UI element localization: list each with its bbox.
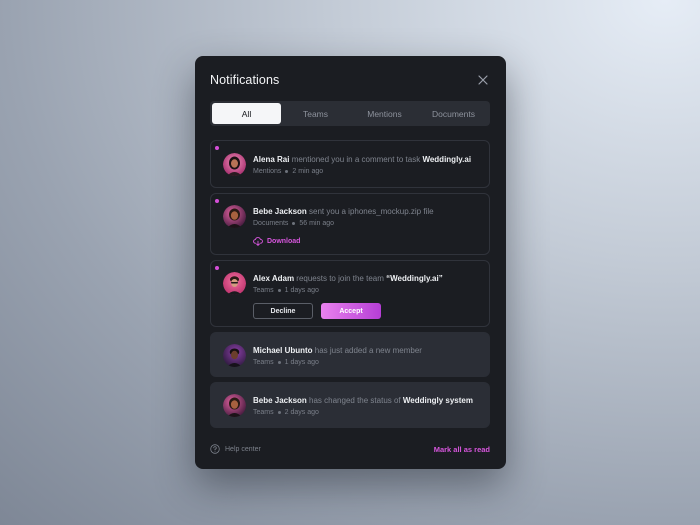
timestamp: 56 min ago <box>299 220 335 227</box>
message-target: Weddingly.ai <box>422 155 472 164</box>
unread-dot <box>215 199 219 203</box>
request-actions: Decline Accept <box>253 303 489 319</box>
tab-mentions[interactable]: Mentions <box>350 103 419 124</box>
mark-all-read-button[interactable]: Mark all as read <box>434 445 490 454</box>
notification-meta: Mentions 2 min ago <box>253 167 489 176</box>
avatar <box>223 272 246 295</box>
timestamp: 1 days ago <box>284 287 319 294</box>
notifications-panel: Notifications All Teams Mentions Documen… <box>195 56 506 469</box>
message-target: Weddingly system <box>402 396 473 405</box>
avatar <box>223 344 246 367</box>
panel-header: Notifications <box>210 70 491 90</box>
tab-teams[interactable]: Teams <box>281 103 350 124</box>
panel-footer: Help center Mark all as read <box>210 442 490 456</box>
separator-dot <box>277 411 281 414</box>
timestamp: 2 days ago <box>284 409 319 416</box>
notification-item[interactable]: Bebe Jackson has changed the status of W… <box>210 382 490 428</box>
message-text: sent you a iphones_mockup.zip file <box>306 207 434 216</box>
unread-dot <box>215 146 219 150</box>
notification-meta: Documents 56 min ago <box>253 219 489 228</box>
accept-button[interactable]: Accept <box>321 303 381 319</box>
category-label: Teams <box>253 359 274 366</box>
message-text: has just added a new member <box>312 346 422 355</box>
separator-dot <box>277 289 281 292</box>
avatar <box>223 394 246 417</box>
notification-meta: Teams 1 days ago <box>253 286 489 295</box>
notification-text: Alena Rai mentioned you in a comment to … <box>253 154 489 165</box>
download-label: Download <box>267 238 301 245</box>
notification-item[interactable]: Michael Ubunto has just added a new memb… <box>210 332 490 377</box>
tab-all[interactable]: All <box>212 103 281 124</box>
separator-dot <box>292 222 296 225</box>
sender-name: Bebe Jackson <box>253 396 307 405</box>
notification-text: Michael Ubunto has just added a new memb… <box>253 345 489 356</box>
panel-title: Notifications <box>210 73 280 87</box>
help-circle-icon <box>210 444 220 454</box>
avatar <box>223 153 246 176</box>
notification-text: Alex Adam requests to join the team “Wed… <box>253 273 489 284</box>
message-target: “Weddingly.ai” <box>386 274 443 283</box>
notification-text: Bebe Jackson has changed the status of W… <box>253 395 489 406</box>
message-text: requests to join the team <box>294 274 387 283</box>
notification-item[interactable]: Alena Rai mentioned you in a comment to … <box>210 140 490 188</box>
decline-button[interactable]: Decline <box>253 303 313 319</box>
close-icon[interactable] <box>475 72 491 88</box>
cloud-download-icon <box>253 237 263 246</box>
timestamp: 1 days ago <box>284 359 319 366</box>
notification-text: Bebe Jackson sent you a iphones_mockup.z… <box>253 206 489 217</box>
notification-meta: Teams 1 days ago <box>253 358 489 367</box>
category-label: Documents <box>253 220 289 227</box>
timestamp: 2 min ago <box>292 168 324 175</box>
sender-name: Bebe Jackson <box>253 207 307 216</box>
tab-documents[interactable]: Documents <box>419 103 488 124</box>
sender-name: Alena Rai <box>253 155 290 164</box>
notification-meta: Teams 2 days ago <box>253 408 489 417</box>
category-label: Mentions <box>253 168 282 175</box>
unread-dot <box>215 266 219 270</box>
sender-name: Alex Adam <box>253 274 295 283</box>
separator-dot <box>277 361 281 364</box>
category-label: Teams <box>253 409 274 416</box>
avatar <box>223 205 246 228</box>
separator-dot <box>285 170 289 173</box>
download-button[interactable]: Download <box>253 237 489 246</box>
help-center-link[interactable]: Help center <box>210 444 261 454</box>
message-text: has changed the status of <box>306 396 403 405</box>
help-center-label: Help center <box>225 445 261 453</box>
notification-item[interactable]: Bebe Jackson sent you a iphones_mockup.z… <box>210 193 490 255</box>
notification-item[interactable]: Alex Adam requests to join the team “Wed… <box>210 260 490 327</box>
sender-name: Michael Ubunto <box>253 346 313 355</box>
message-text: mentioned you in a comment to task <box>289 155 423 164</box>
filter-tabs: All Teams Mentions Documents <box>210 101 490 126</box>
category-label: Teams <box>253 287 274 294</box>
